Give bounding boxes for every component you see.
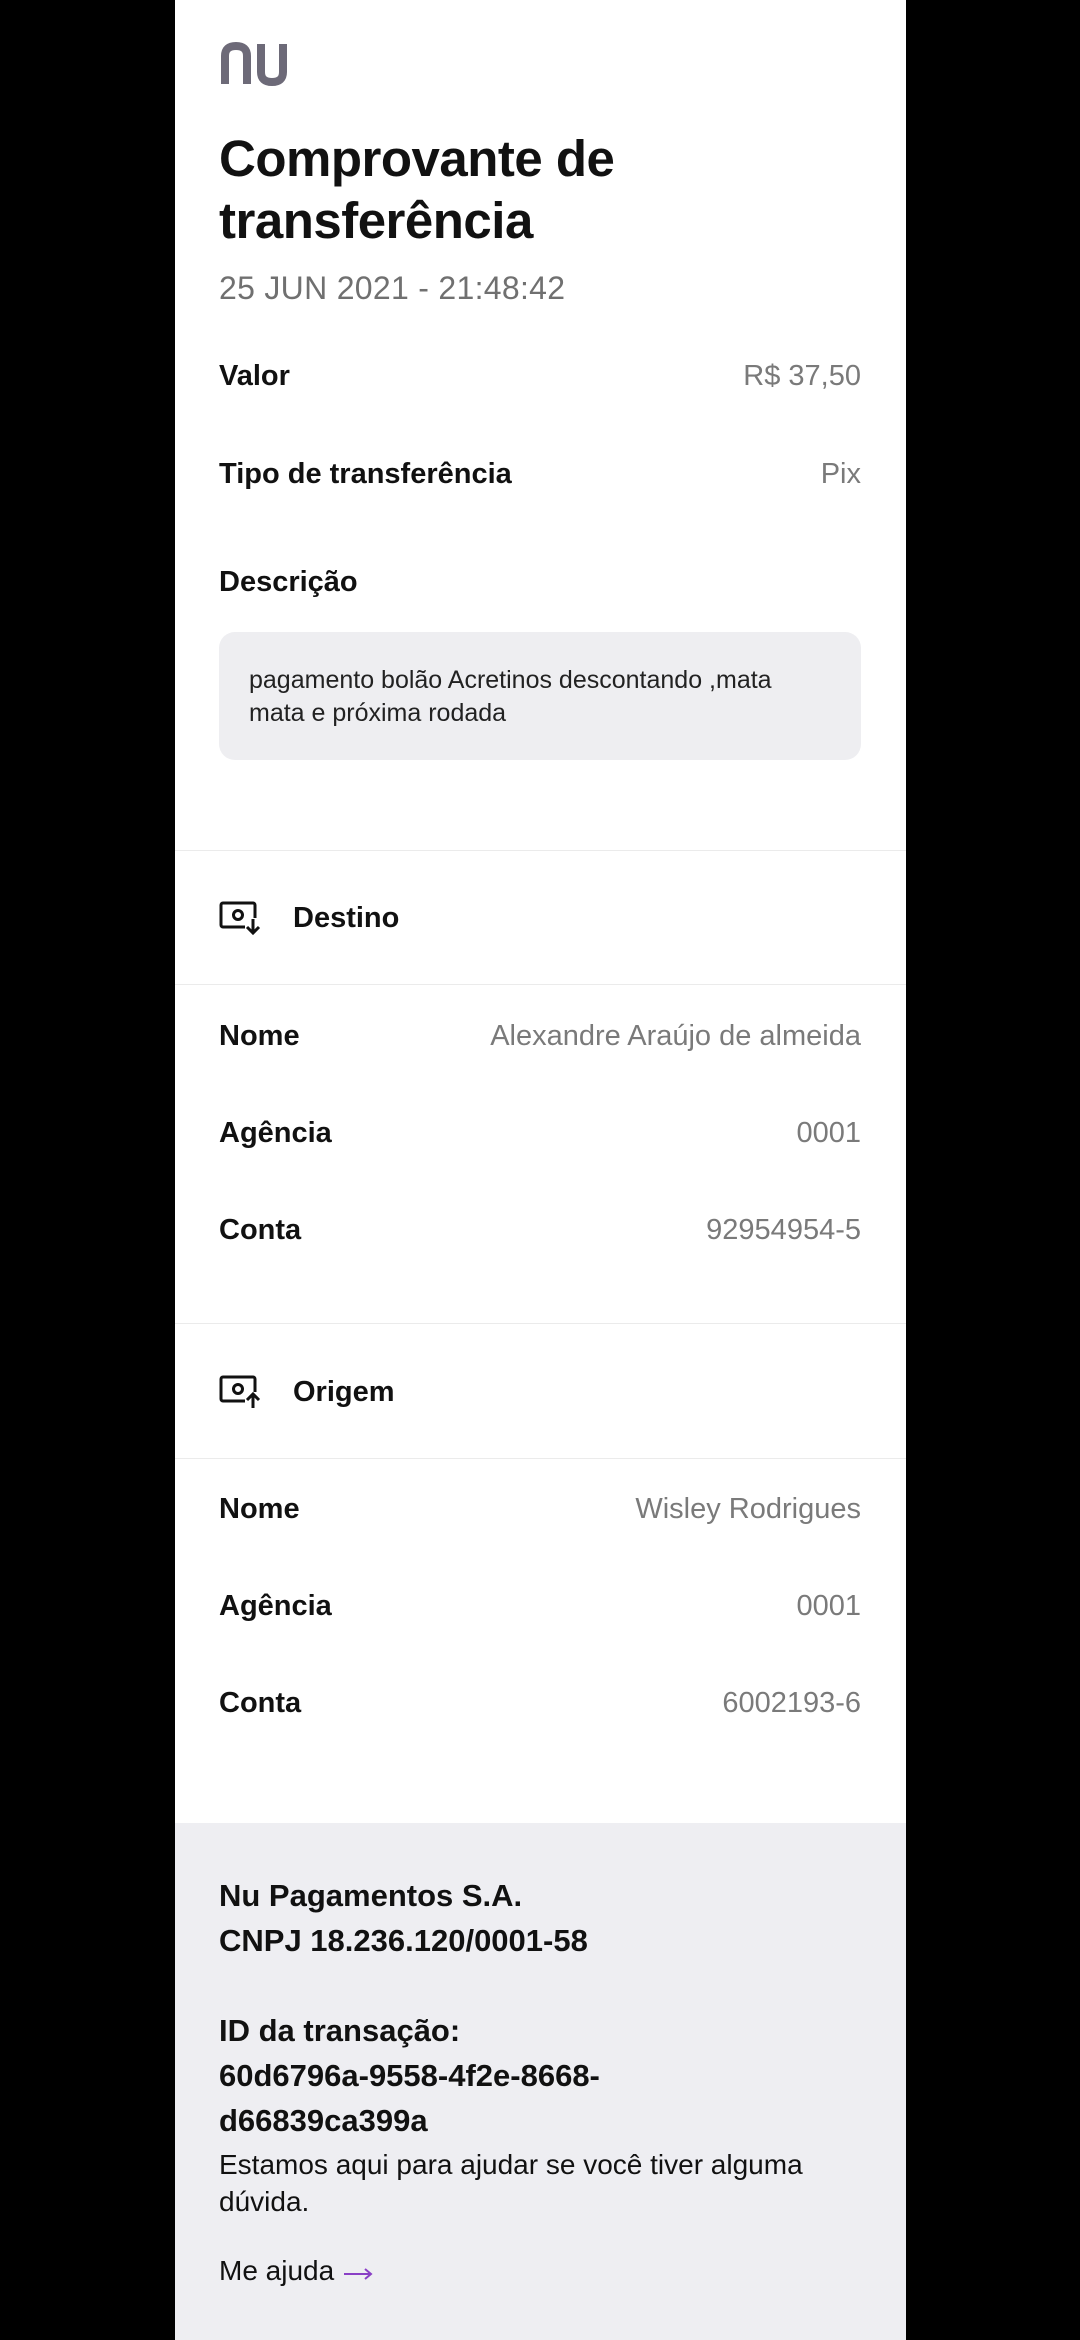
destino-header: Destino xyxy=(219,893,399,943)
divider xyxy=(175,850,906,851)
help-link-label[interactable]: Me ajuda xyxy=(219,2255,334,2287)
origem-title: Origem xyxy=(293,1375,395,1408)
receipt-footer: Nu Pagamentos S.A. CNPJ 18.236.120/0001-… xyxy=(175,1823,906,2340)
destino-agencia-label: Agência xyxy=(219,1116,332,1149)
destino-agencia-row: Agência 0001 xyxy=(219,1111,861,1155)
descricao-text: pagamento bolão Acretinos descontando ,m… xyxy=(249,666,772,727)
descricao-box: pagamento bolão Acretinos descontando ,m… xyxy=(219,632,861,760)
origem-nome-row: Nome Wisley Rodrigues xyxy=(219,1487,861,1531)
page-title: Comprovante de transferência xyxy=(219,130,615,249)
origem-conta-row: Conta 6002193-6 xyxy=(219,1681,861,1725)
transfer-timestamp: 25 JUN 2021 - 21:48:42 xyxy=(219,270,566,306)
valor-label: Valor xyxy=(219,359,290,392)
transaction-id-label: ID da transação: xyxy=(219,2013,461,2048)
company-cnpj: CNPJ 18.236.120/0001-58 xyxy=(219,1923,588,1958)
receipt-card: Comprovante de transferência 25 JUN 2021… xyxy=(175,0,906,2340)
origem-conta-label: Conta xyxy=(219,1686,302,1719)
origem-agencia-value: 0001 xyxy=(796,1589,861,1622)
destino-conta-value: 92954954-5 xyxy=(706,1213,861,1246)
origem-nome-value: Wisley Rodrigues xyxy=(635,1492,861,1525)
transaction-id-part2: d66839ca399a xyxy=(219,2103,428,2138)
divider xyxy=(175,1323,906,1324)
destino-nome-row: Nome Alexandre Araújo de almeida xyxy=(219,1014,861,1058)
descricao-label: Descrição xyxy=(219,566,358,598)
tipo-value: Pix xyxy=(820,457,861,490)
arrow-right-icon[interactable] xyxy=(342,2255,374,2287)
company-name: Nu Pagamentos S.A. xyxy=(219,1878,523,1913)
help-text: Estamos aqui para ajudar se você tiver a… xyxy=(219,2149,803,2217)
tipo-label: Tipo de transferência xyxy=(219,457,512,490)
origem-nome-label: Nome xyxy=(219,1492,300,1525)
destino-conta-row: Conta 92954954-5 xyxy=(219,1208,861,1252)
help-link[interactable]: Me ajuda xyxy=(219,2255,866,2287)
destino-nome-label: Nome xyxy=(219,1019,300,1052)
transaction-id-part1: 60d6796a-9558-4f2e-8668- xyxy=(219,2058,600,2093)
destino-conta-label: Conta xyxy=(219,1213,302,1246)
origem-header: Origem xyxy=(219,1367,395,1417)
valor-value: R$ 37,50 xyxy=(743,359,861,392)
destino-agencia-value: 0001 xyxy=(796,1116,861,1149)
divider xyxy=(175,984,906,985)
nubank-logo xyxy=(219,42,295,86)
valor-row: Valor R$ 37,50 xyxy=(219,354,861,398)
destino-title: Destino xyxy=(293,901,400,934)
money-out-icon xyxy=(219,1374,263,1410)
origem-agencia-label: Agência xyxy=(219,1589,332,1622)
origem-agencia-row: Agência 0001 xyxy=(219,1584,861,1628)
origem-conta-value: 6002193-6 xyxy=(722,1686,861,1719)
money-in-icon xyxy=(219,900,263,936)
destino-nome-value: Alexandre Araújo de almeida xyxy=(490,1019,861,1052)
tipo-row: Tipo de transferência Pix xyxy=(219,452,861,496)
divider xyxy=(175,1458,906,1459)
